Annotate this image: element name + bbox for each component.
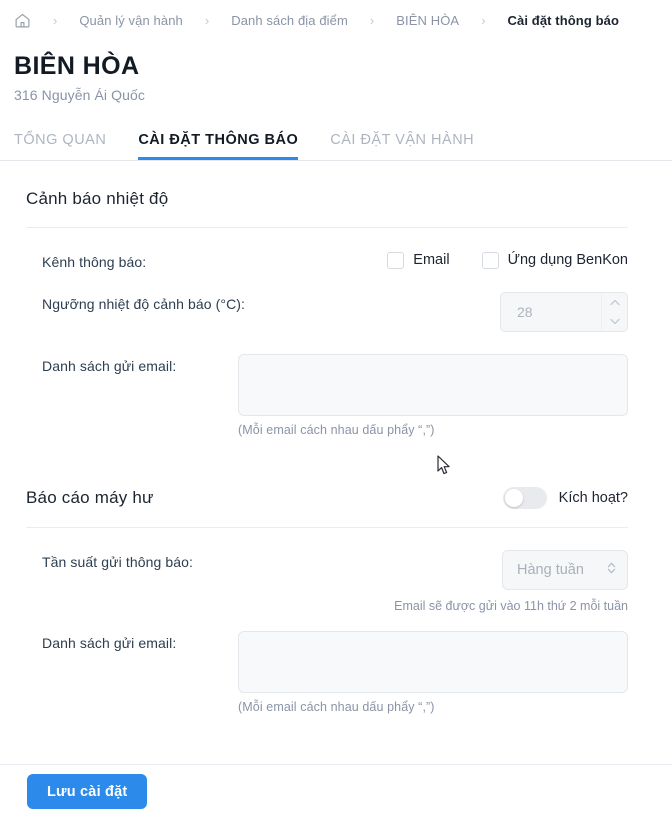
notification-channel-control: Email Ứng dụng BenKon: [387, 250, 628, 269]
temperature-alert-section: Cảnh báo nhiệt độ Kênh thông báo: Email …: [0, 161, 672, 437]
tab-tong-quan[interactable]: TỔNG QUAN: [14, 132, 106, 160]
breakdown-email-label: Danh sách gửi email:: [42, 634, 177, 651]
checkbox-benkon-app-box[interactable]: [481, 251, 499, 269]
chevron-up-icon[interactable]: [602, 293, 627, 312]
breadcrumb-item-2[interactable]: BIÊN HÒA: [396, 13, 459, 28]
breakdown-frequency-value: Hàng tuần: [517, 561, 584, 578]
temperature-email-textarea[interactable]: [238, 353, 628, 416]
page-subtitle: 316 Nguyễn Ái Quốc: [14, 86, 145, 103]
breadcrumb-separator-1: ›: [204, 12, 210, 28]
breadcrumb-separator-2: ›: [369, 12, 375, 28]
breakdown-section-title: Báo cáo máy hư: [26, 487, 154, 507]
temperature-threshold-label: Ngưỡng nhiệt độ cảnh báo (°C):: [42, 295, 246, 312]
save-settings-button[interactable]: Lưu cài đặt: [27, 774, 148, 809]
checkbox-email[interactable]: Email: [387, 251, 450, 269]
breakdown-enable-label: Kích hoạt?: [558, 489, 628, 506]
breakdown-section-header: Báo cáo máy hư Kích hoạt?: [26, 459, 628, 509]
breadcrumb-item-current: Cài đặt thông báo: [507, 12, 620, 28]
checkbox-benkon-app[interactable]: Ứng dụng BenKon: [481, 251, 628, 269]
breadcrumb-item-1[interactable]: Danh sách địa điểm: [231, 13, 348, 28]
notification-channel-row: Kênh thông báo: Email Ứng dụng BenKon: [26, 228, 628, 270]
temperature-section-title: Cảnh báo nhiệt độ: [26, 188, 169, 208]
breakdown-enable-toggle-knob: [504, 488, 523, 507]
footer-divider: [0, 764, 672, 765]
breakdown-frequency-control: Hàng tuần Email sẽ được gửi vào 11h thứ …: [394, 549, 628, 613]
temperature-threshold-control: 28: [500, 291, 628, 332]
chevron-updown-icon: [606, 561, 617, 579]
breakdown-email-hint: (Mỗi email cách nhau dấu phẩy “,”): [238, 699, 435, 714]
temperature-email-hint: (Mỗi email cách nhau dấu phẩy “,”): [238, 422, 435, 437]
breakdown-email-control: (Mỗi email cách nhau dấu phẩy “,”): [238, 630, 628, 714]
temperature-email-label: Danh sách gửi email:: [42, 357, 177, 374]
tab-cai-dat-van-hanh[interactable]: CÀI ĐẶT VẬN HÀNH: [330, 132, 474, 160]
tab-bar: TỔNG QUAN CÀI ĐẶT THÔNG BÁO CÀI ĐẶT VẬN …: [0, 125, 672, 161]
breakdown-email-textarea[interactable]: [238, 630, 628, 693]
home-icon[interactable]: [14, 12, 31, 29]
page-header: BIÊN HÒA 316 Nguyễn Ái Quốc: [0, 40, 672, 103]
breakdown-frequency-select[interactable]: Hàng tuần: [502, 549, 628, 590]
page-title: BIÊN HÒA: [14, 52, 140, 80]
breakdown-enable-toggle[interactable]: [502, 486, 547, 509]
breadcrumb-separator-0: ›: [53, 12, 58, 28]
breakdown-report-section: Báo cáo máy hư Kích hoạt? Tần suất gửi t…: [0, 437, 672, 714]
temperature-email-row: Danh sách gửi email: (Mỗi email cách nha…: [26, 332, 628, 437]
temperature-threshold-stepper[interactable]: 28: [500, 291, 628, 332]
breakdown-frequency-label: Tần suất gửi thông báo:: [42, 553, 193, 570]
breakdown-frequency-row: Tần suất gửi thông báo: Hàng tuần Email …: [26, 528, 628, 613]
breadcrumb-separator-3: ›: [481, 12, 486, 28]
temperature-email-control: (Mỗi email cách nhau dấu phẩy “,”): [238, 353, 628, 437]
temperature-threshold-row: Ngưỡng nhiệt độ cảnh báo (°C): 28: [26, 270, 628, 332]
tab-cai-dat-thong-bao[interactable]: CÀI ĐẶT THÔNG BÁO: [138, 132, 299, 160]
breakdown-frequency-note: Email sẽ được gửi vào 11h thứ 2 mỗi tuần: [394, 598, 628, 613]
notification-channel-label: Kênh thông báo:: [42, 253, 147, 270]
checkbox-email-label: Email: [413, 252, 450, 269]
breakdown-email-row: Danh sách gửi email: (Mỗi email cách nha…: [26, 613, 628, 714]
checkbox-benkon-app-label: Ứng dụng BenKon: [507, 252, 628, 269]
breadcrumb-item-0[interactable]: Quản lý vận hành: [79, 13, 183, 28]
temperature-section-header: Cảnh báo nhiệt độ: [26, 161, 628, 209]
temperature-threshold-stepper-buttons[interactable]: [601, 292, 627, 331]
temperature-threshold-value[interactable]: 28: [501, 293, 601, 331]
chevron-down-icon[interactable]: [602, 312, 627, 331]
breadcrumb: › Quản lý vận hành › Danh sách địa điểm …: [0, 0, 672, 40]
checkbox-email-box[interactable]: [387, 251, 405, 269]
